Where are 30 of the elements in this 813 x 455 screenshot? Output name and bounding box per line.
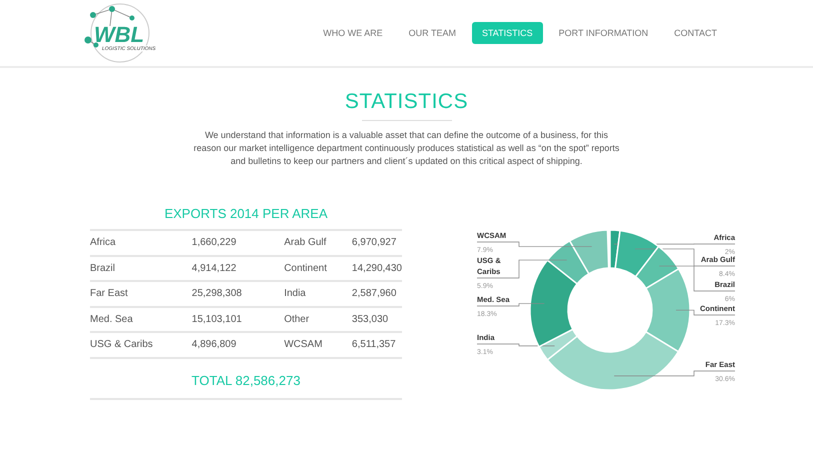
nav-tab[interactable]: CONTACT xyxy=(664,22,727,44)
table-cell: Far East xyxy=(90,281,192,306)
table-cell: WCSAM xyxy=(284,332,352,358)
leader-line xyxy=(476,303,545,306)
table-cell: 15,103,101 xyxy=(192,306,284,332)
intro-paragraph: We understand that information is a valuable asset that can define the outcome of a business, for this reason our market intelligence department continuously produces statistical as well as “on the spot” reports and bulletins to keep our partners and client´s updated on this critical aspect of shipping. xyxy=(192,129,620,168)
table-cell: 353,030 xyxy=(352,306,402,332)
table-cell: Brazil xyxy=(90,256,192,281)
table-cell: 2,587,960 xyxy=(352,281,402,306)
table-cell: 4,896,809 xyxy=(192,332,284,358)
table-cell: 6,970,927 xyxy=(352,230,402,256)
table-cell: Africa xyxy=(90,230,192,256)
table-cell: Other xyxy=(284,306,352,332)
table-cell: 14,290,430 xyxy=(352,256,402,281)
nav-tab[interactable]: WHO WE ARE xyxy=(313,22,393,44)
table-cell: Arab Gulf xyxy=(284,230,352,256)
leader-line xyxy=(676,310,736,316)
table-cell: USG & Caribs xyxy=(90,332,192,358)
nav-tab[interactable]: PORT INFORMATION xyxy=(548,22,658,44)
table-cell: India xyxy=(284,281,352,306)
table-title: EXPORTS 2014 PER AREA xyxy=(163,206,329,221)
nav-tab[interactable]: OUR TEAM xyxy=(398,22,466,44)
table-cell: Continent xyxy=(284,256,352,281)
table-cell: 1,660,229 xyxy=(192,230,284,256)
table-cell: 25,298,308 xyxy=(192,281,284,306)
table-cell: Med. Sea xyxy=(90,306,192,332)
table-cell: 4,914,122 xyxy=(192,256,284,281)
page-title: STATISTICS xyxy=(344,90,470,114)
table-cell: 6,511,357 xyxy=(352,332,402,358)
total-text: TOTAL 82,586,273 xyxy=(90,358,402,400)
